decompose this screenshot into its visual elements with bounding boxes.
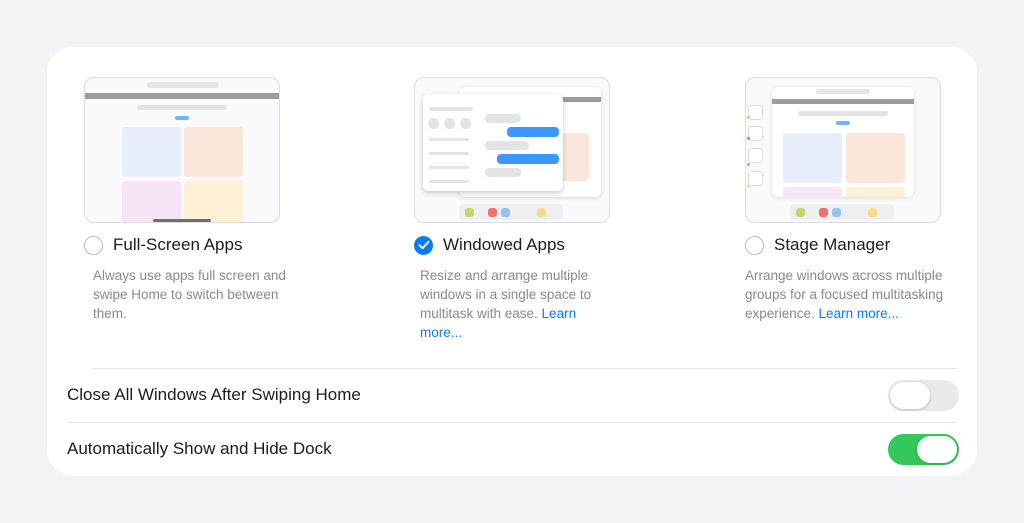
preview-avatar-1 (428, 118, 439, 129)
dock-icon-red (488, 208, 497, 217)
option-full-screen-apps[interactable]: Full-Screen Apps Always use apps full sc… (84, 77, 324, 323)
show-hide-dock-label: Automatically Show and Hide Dock (67, 439, 332, 458)
preview-header (137, 105, 227, 110)
show-hide-dock-toggle[interactable] (888, 433, 959, 465)
stage-stack (748, 171, 763, 186)
preview-message-in (485, 168, 521, 177)
setting-close-all-windows: Close All Windows After Swiping Home (67, 375, 959, 415)
dock-icon-red (819, 208, 828, 217)
toggle-knob (890, 381, 930, 409)
stage-manager-learn-more-link[interactable]: Learn more... (819, 306, 899, 321)
close-all-windows-label: Close All Windows After Swiping Home (67, 385, 361, 404)
preview-toolbar (85, 93, 279, 99)
preview-message-in (485, 114, 521, 123)
preview-tile-yellow (184, 181, 243, 222)
preview-sidebar-title (429, 107, 473, 111)
full-screen-apps-label: Full-Screen Apps (113, 235, 243, 254)
preview-list-row (429, 180, 469, 183)
stage-tile-orange (846, 133, 905, 183)
setting-show-hide-dock: Automatically Show and Hide Dock (67, 429, 959, 469)
preview-avatar-2 (444, 118, 455, 129)
close-all-windows-toggle[interactable] (888, 379, 959, 411)
preview-message-out (497, 154, 559, 164)
stage-manager-label: Stage Manager (774, 235, 891, 254)
home-indicator (153, 219, 211, 222)
stage-stack-icon (747, 137, 750, 140)
dock-icon-green (796, 208, 805, 217)
preview-tile-pink (122, 181, 181, 222)
toggle-knob (917, 435, 957, 463)
preview-list-row (429, 152, 469, 155)
multitasking-card: Full-Screen Apps Always use apps full sc… (47, 47, 977, 476)
preview-tile-orange (184, 127, 243, 177)
stage-stack (748, 126, 763, 141)
stage-window-title (816, 89, 870, 94)
preview-list-row (429, 138, 469, 141)
stage-tile-pink (783, 187, 842, 197)
stage-window-button (836, 121, 850, 125)
preview-dock (790, 204, 894, 220)
divider (67, 422, 957, 423)
full-screen-apps-preview[interactable] (84, 77, 280, 223)
windowed-apps-preview[interactable] (414, 77, 610, 223)
preview-message-out (507, 127, 559, 137)
dock-icon-blue (832, 208, 841, 217)
stage-tile-blue (783, 133, 842, 183)
stage-tile-yellow (846, 187, 905, 197)
divider (93, 368, 957, 369)
preview-dock (459, 204, 563, 220)
dock-icon-yellow (868, 208, 877, 217)
stage-stack (748, 105, 763, 120)
full-screen-apps-radio[interactable] (84, 235, 103, 255)
preview-avatar-3 (460, 118, 471, 129)
windowed-apps-label: Windowed Apps (443, 235, 565, 254)
stage-stack-icon (747, 116, 750, 119)
preview-tile-blue (122, 127, 181, 177)
dock-icon-blue (501, 208, 510, 217)
stage-stack-icon (747, 163, 750, 166)
preview-list-row (429, 166, 469, 169)
full-screen-apps-description: Always use apps full screen and swipe Ho… (93, 268, 286, 321)
preview-button (175, 116, 189, 120)
stage-window-header (798, 111, 888, 116)
stage-stack (748, 148, 763, 163)
stage-manager-description: Arrange windows across multiple groups f… (745, 268, 944, 321)
option-windowed-apps[interactable]: Windowed Apps Resize and arrange multipl… (414, 77, 654, 342)
checkmark-icon (418, 240, 429, 250)
windowed-apps-radio[interactable] (414, 235, 433, 255)
stage-stack-icon (747, 185, 750, 188)
option-stage-manager[interactable]: Stage Manager Arrange windows across mul… (745, 77, 985, 323)
stage-manager-radio[interactable] (745, 235, 764, 255)
preview-message-in (485, 141, 529, 150)
dock-icon-green (465, 208, 474, 217)
dock-icon-yellow (537, 208, 546, 217)
preview-title-bar (147, 82, 219, 88)
stage-window-toolbar (772, 99, 914, 104)
stage-manager-preview[interactable] (745, 77, 941, 223)
windowed-apps-description: Resize and arrange multiple windows in a… (420, 268, 592, 340)
